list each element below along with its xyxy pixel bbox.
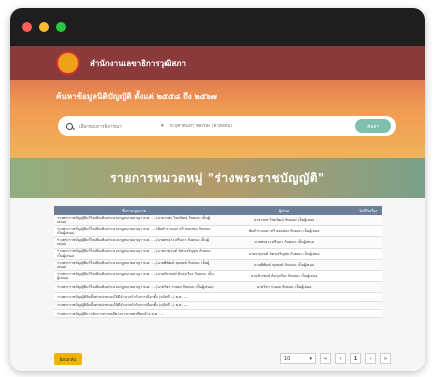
first-page-button[interactable]: «: [320, 353, 331, 364]
row-date: -: [367, 295, 369, 299]
last-page-button[interactable]: »: [380, 353, 391, 364]
row-date: -: [367, 285, 369, 290]
row-proposer: นายจักรพงษ์ ต้นรุ่งเรือง กับคณะ เป็นผู้เ…: [250, 274, 318, 279]
column-header-proposer: ผู้เสนอ: [278, 208, 290, 213]
column-header-title: ชื่อร่างกฎหมาย: [122, 208, 146, 213]
page-size-value: 10: [284, 355, 291, 362]
senate-logo-icon[interactable]: [56, 51, 80, 75]
search-icon: [66, 122, 73, 130]
row-title[interactable]: ร่างพระราชบัญญัติการจัดการสารเคมีทางการเ…: [54, 312, 214, 316]
row-proposer: นายวิชา ร่วงผล กับคณะ เป็นผู้เสนอ: [256, 285, 312, 290]
table-row[interactable]: ร่างพระราชบัญญัติจัดตั้งศาลปกครองให้มีอำ…: [54, 293, 382, 302]
row-title[interactable]: ร่างพระราชบัญญัติแก้ไขเพิ่มเติมประมวลกฎห…: [54, 227, 214, 236]
prev-page-button[interactable]: ‹: [335, 353, 346, 364]
search-category-select[interactable]: เลือกรอบการพิจารณา: [79, 123, 159, 130]
row-date: -: [367, 251, 369, 256]
row-date: -: [367, 303, 369, 308]
row-title[interactable]: ร่างพระราชบัญญัติแก้ไขเพิ่มเติมประมวลกฎห…: [54, 285, 214, 289]
minimize-dot-icon[interactable]: [39, 22, 49, 32]
row-date: -: [367, 262, 369, 267]
results-section: ชื่อร่างกฎหมาย ผู้เสนอ วันที่รับเรื่อง ร…: [10, 198, 425, 371]
site-header: สำนักงานเลขาธิการวุฒิสภา: [10, 46, 425, 80]
site-title[interactable]: สำนักงานเลขาธิการวุฒิสภา: [90, 57, 186, 70]
close-dot-icon[interactable]: [22, 22, 32, 32]
chevron-down-icon: ▾: [309, 355, 312, 362]
table-header: ชื่อร่างกฎหมาย ผู้เสนอ วันที่รับเรื่อง: [54, 206, 382, 215]
table-row[interactable]: ร่างพระราชบัญญัติแก้ไขเพิ่มเติมประมวลกฎห…: [54, 259, 382, 271]
search-heading: ค้นหาข้อมูลนิติบัญญัติ ตั้งแต่ ๒๕๕๘ ถึง …: [56, 92, 217, 101]
pagination: 10 ▾ « ‹ 1 › »: [280, 353, 391, 364]
row-date: -: [367, 229, 369, 234]
back-button[interactable]: ย้อนกลับ: [54, 353, 82, 365]
row-date: -: [367, 274, 369, 279]
search-button[interactable]: ค้นหา: [355, 119, 391, 133]
table-row[interactable]: ร่างพระราชบัญญัติจัดตั้งศาลปกครองให้มีอำ…: [54, 301, 382, 311]
row-title[interactable]: ร่างพระราชบัญญัติจัดตั้งศาลปกครองให้มีอำ…: [54, 295, 214, 299]
row-title[interactable]: ร่างพระราชบัญญัติแก้ไขเพิ่มเติมประมวลกฎห…: [54, 216, 214, 225]
row-title[interactable]: ร่างพระราชบัญญัติจัดตั้งศาลปกครองให้มีอำ…: [54, 303, 214, 307]
table-row[interactable]: ร่างพระราชบัญญัติแก้ไขเพิ่มเติมประมวลกฎห…: [54, 237, 382, 249]
search-bar: เลือกรอบการพิจารณา ▾ ค้นหา: [58, 116, 396, 136]
row-proposer: นายพรอ่าง ศรีนภา กับคณะ เป็นผู้เสนอ: [254, 240, 314, 245]
chevron-down-icon[interactable]: ▾: [161, 123, 164, 129]
current-page[interactable]: 1: [350, 353, 361, 364]
table-row[interactable]: ร่างพระราชบัญญัติการจัดการสารเคมีทางการเ…: [54, 310, 382, 319]
row-title[interactable]: ร่างพระราชบัญญัติแก้ไขเพิ่มเติมประมวลกฎห…: [54, 272, 214, 281]
row-proposer: นายจาตุรนต์ ฉัตรเจริญสุข กับคณะ เป็นผู้เ…: [248, 251, 320, 256]
column-header-date: วันที่รับเรื่อง: [358, 208, 378, 213]
search-input[interactable]: [169, 123, 330, 129]
browser-window: สำนักงานเลขาธิการวุฒิสภา ค้นหาข้อมูลนิติ…: [10, 8, 425, 371]
row-title[interactable]: ร่างพระราชบัญญัติแก้ไขเพิ่มเติมประมวลกฎห…: [54, 249, 214, 258]
search-section: ค้นหาข้อมูลนิติบัญญัติ ตั้งแต่ ๒๕๕๘ ถึง …: [10, 80, 425, 158]
row-date: -: [367, 311, 369, 316]
row-proposer: พันตำรวจเอก ทวี สอดส่อง กับคณะ เป็นผู้เส…: [248, 229, 320, 234]
row-title[interactable]: ร่างพระราชบัญญัติแก้ไขเพิ่มเติมประมวลกฎห…: [54, 261, 214, 270]
table-row[interactable]: ร่างพระราชบัญญัติแก้ไขเพิ่มเติมประมวลกฎห…: [54, 270, 382, 283]
table-row[interactable]: ร่างพระราชบัญญัติแก้ไขเพิ่มเติมประมวลกฎห…: [54, 215, 382, 227]
table-row[interactable]: ร่างพระราชบัญญัติแก้ไขเพิ่มเติมประมวลกฎห…: [54, 282, 382, 294]
row-proposer: นายวรพร ไชยวัฒน์ กับคณะ เป็นผู้เสนอ: [253, 218, 315, 223]
table-row[interactable]: ร่างพระราชบัญญัติแก้ไขเพิ่มเติมประมวลกฎห…: [54, 248, 382, 260]
row-date: -: [367, 240, 369, 245]
maximize-dot-icon[interactable]: [56, 22, 66, 32]
page-size-select[interactable]: 10 ▾: [280, 353, 316, 364]
table-row[interactable]: ร่างพระราชบัญญัติแก้ไขเพิ่มเติมประมวลกฎห…: [54, 226, 382, 238]
row-title[interactable]: ร่างพระราชบัญญัติแก้ไขเพิ่มเติมประมวลกฎห…: [54, 238, 214, 247]
row-date: -: [367, 218, 369, 223]
results-table: ชื่อร่างกฎหมาย ผู้เสนอ วันที่รับเรื่อง ร…: [54, 206, 382, 319]
row-proposer: นายพิพัฒน์ ชุมพงษ์ กับคณะ เป็นผู้เสนอ: [254, 262, 314, 267]
category-banner: รายการหมวดหมู่ "ร่างพระราชบัญญัติ": [10, 158, 425, 198]
next-page-button[interactable]: ›: [365, 353, 376, 364]
window-titlebar: [10, 8, 425, 46]
